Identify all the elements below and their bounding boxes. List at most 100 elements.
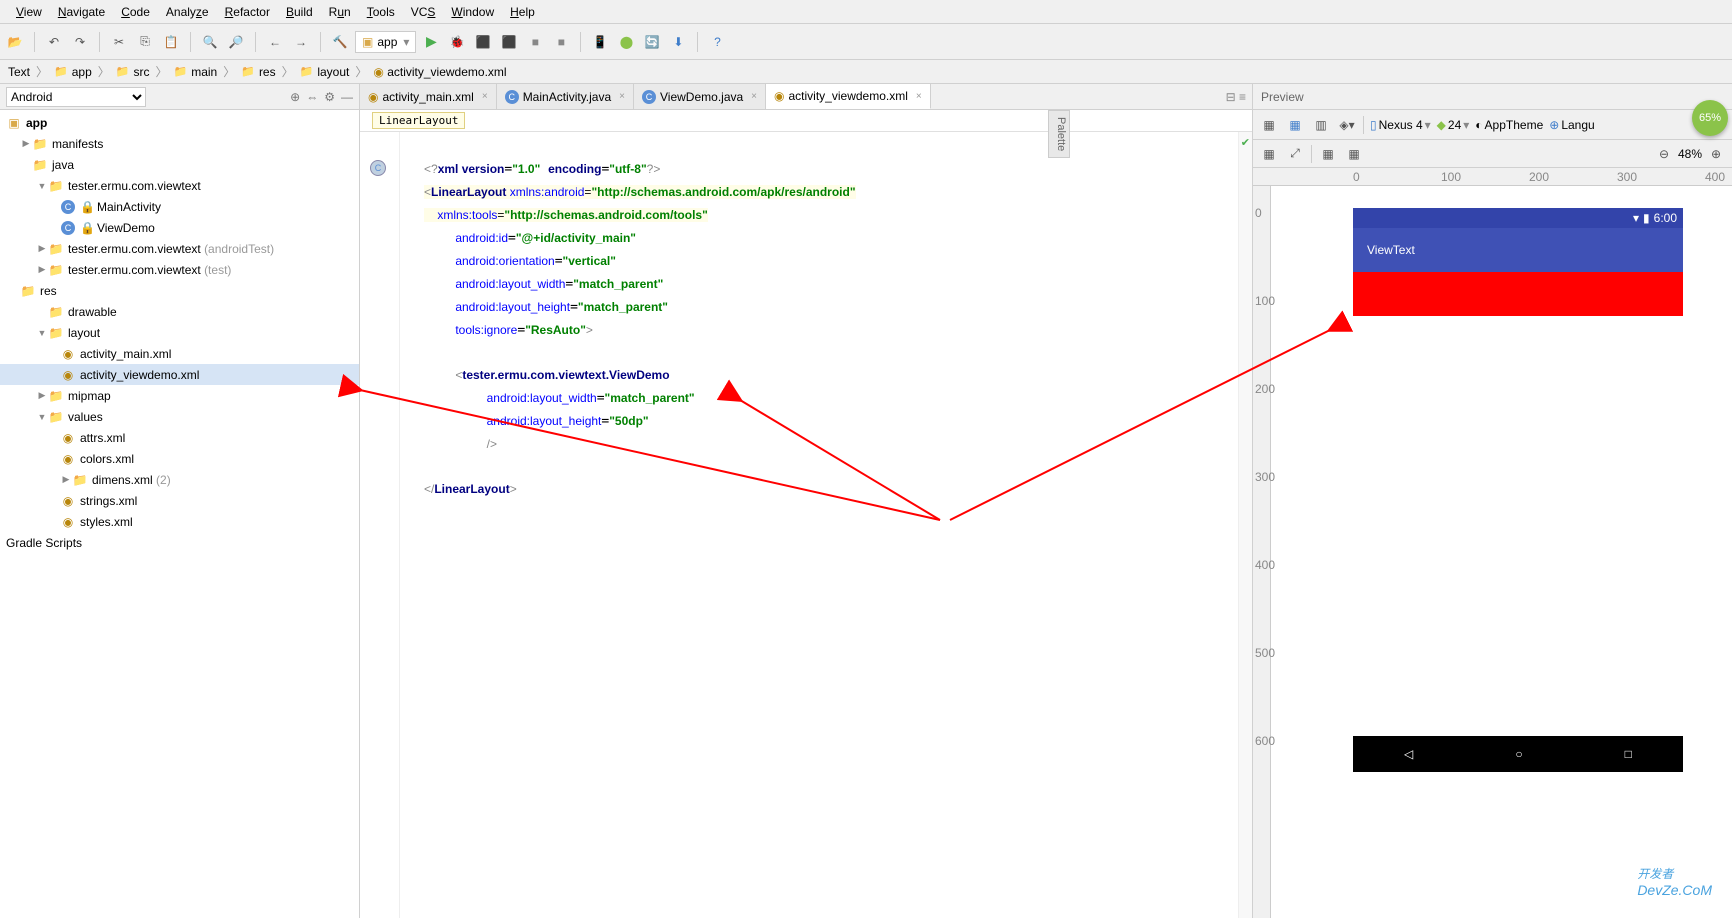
back-icon[interactable]: ← — [264, 31, 286, 53]
bc-main[interactable]: 📁main — [170, 65, 222, 79]
orientation-icon[interactable]: ◈▾ — [1337, 115, 1357, 135]
menu-navigate[interactable]: Navigate — [50, 3, 113, 21]
zoom-out-icon[interactable]: ⊖ — [1654, 144, 1674, 164]
crumb-linearlayout[interactable]: LinearLayout — [372, 112, 465, 129]
redo-icon[interactable]: ↷ — [69, 31, 91, 53]
grid-icon[interactable]: ▦ — [1259, 144, 1279, 164]
sync-icon[interactable]: 🔄 — [641, 31, 663, 53]
menu-code[interactable]: Code — [113, 3, 158, 21]
tab-activity-viewdemo[interactable]: ◉activity_viewdemo.xml× — [766, 84, 931, 109]
open-icon[interactable]: 📂 — [4, 31, 26, 53]
bc-app[interactable]: 📁app — [50, 65, 96, 79]
run-config-dropdown[interactable]: ▣app▾ — [355, 31, 416, 53]
menu-analyze[interactable]: Analyze — [158, 3, 217, 21]
close-icon[interactable]: × — [916, 91, 922, 102]
bc-layout[interactable]: 📁layout — [296, 65, 354, 79]
project-header: Android ⊕ ⇔ ⚙ — — [0, 84, 359, 110]
menu-build[interactable]: Build — [278, 3, 321, 21]
menu-help[interactable]: Help — [502, 3, 543, 21]
menu-view[interactable]: View — [8, 3, 50, 21]
avd-icon[interactable]: 📱 — [589, 31, 611, 53]
tree-attrs[interactable]: ◉attrs.xml — [0, 427, 359, 448]
cut-icon[interactable]: ✂ — [108, 31, 130, 53]
bc-res[interactable]: 📁res — [237, 65, 279, 79]
pan2-icon[interactable]: ▦ — [1344, 144, 1364, 164]
sync-badge[interactable]: 65% — [1692, 100, 1728, 136]
bc-file[interactable]: ◉ activity_viewdemo.xml — [369, 65, 510, 79]
menu-tools[interactable]: Tools — [359, 3, 403, 21]
tree-java[interactable]: 📁java — [0, 154, 359, 175]
stop-icon[interactable]: ■ — [524, 31, 546, 53]
tab-viewdemo[interactable]: CViewDemo.java× — [634, 84, 766, 109]
tree-values[interactable]: ▼📁values — [0, 406, 359, 427]
menu-vcs[interactable]: VCS — [403, 3, 444, 21]
menu-window[interactable]: Window — [443, 3, 502, 21]
tree-viewdemo[interactable]: C🔒ViewDemo — [0, 217, 359, 238]
tree-activity-viewdemo[interactable]: ◉activity_viewdemo.xml — [0, 364, 359, 385]
tree-dimens[interactable]: ▶📁dimens.xml (2) — [0, 469, 359, 490]
project-view-dropdown[interactable]: Android — [6, 87, 146, 107]
expand-icon[interactable]: ⤢ — [1285, 144, 1305, 164]
stop2-icon[interactable]: ■ — [550, 31, 572, 53]
menu-refactor[interactable]: Refactor — [217, 3, 278, 21]
zoom-in-icon[interactable]: ⊕ — [1706, 144, 1726, 164]
paste-icon[interactable]: 📋 — [160, 31, 182, 53]
device-nav-bar: ◁ ○ □ — [1353, 736, 1683, 772]
debug-icon[interactable]: 🐞 — [446, 31, 468, 53]
bc-text[interactable]: Text — [4, 65, 34, 79]
theme-selector[interactable]: ◐AppTheme — [1475, 118, 1543, 132]
api-selector[interactable]: ◆24▾ — [1437, 118, 1470, 132]
tree-mipmap[interactable]: ▶📁mipmap — [0, 385, 359, 406]
copy-icon[interactable]: ⎘ — [134, 31, 156, 53]
code-editor[interactable]: <?xml version="1.0" encoding="utf-8"?> <… — [400, 132, 1238, 918]
bc-src[interactable]: 📁src — [112, 65, 154, 79]
find-icon[interactable]: 🔍 — [199, 31, 221, 53]
tree-res[interactable]: 📁res — [0, 280, 359, 301]
pan-icon[interactable]: ▦ — [1318, 144, 1338, 164]
tree-strings[interactable]: ◉strings.xml — [0, 490, 359, 511]
tree-pkg3[interactable]: ▶📁tester.ermu.com.viewtext (test) — [0, 259, 359, 280]
home-nav-icon: ○ — [1515, 747, 1522, 761]
profile-icon[interactable]: ⬛ — [472, 31, 494, 53]
blueprint-icon[interactable]: ▦ — [1285, 115, 1305, 135]
tree-drawable[interactable]: 📁drawable — [0, 301, 359, 322]
tree-activity-main[interactable]: ◉activity_main.xml — [0, 343, 359, 364]
tree-gradle[interactable]: Gradle Scripts — [0, 532, 359, 553]
download-icon[interactable]: ⬇ — [667, 31, 689, 53]
both-icon[interactable]: ▥ — [1311, 115, 1331, 135]
gear-icon[interactable]: ⚙ — [324, 90, 335, 104]
collapse-icon[interactable]: ⇔ — [306, 90, 318, 104]
tree-colors[interactable]: ◉colors.xml — [0, 448, 359, 469]
palette-tab[interactable]: Palette — [1048, 110, 1070, 158]
tree-layout[interactable]: ▼📁layout — [0, 322, 359, 343]
editor-view-switcher[interactable]: ⊟ ≡ — [1220, 84, 1252, 109]
tree-app[interactable]: ▣app — [0, 112, 359, 133]
tab-mainactivity[interactable]: CMainActivity.java× — [497, 84, 634, 109]
run-icon[interactable]: ▶ — [420, 31, 442, 53]
target-icon[interactable]: ⊕ — [290, 90, 300, 104]
device-selector[interactable]: ▯Nexus 4▾ — [1370, 118, 1431, 132]
hide-icon[interactable]: — — [341, 90, 353, 104]
sdk-icon[interactable]: ⬤ — [615, 31, 637, 53]
menu-run[interactable]: Run — [321, 3, 359, 21]
tab-activity-main[interactable]: ◉activity_main.xml× — [360, 84, 497, 109]
close-icon[interactable]: × — [619, 91, 625, 102]
attach-icon[interactable]: ⬛ — [498, 31, 520, 53]
tree-pkg1[interactable]: ▼📁tester.ermu.com.viewtext — [0, 175, 359, 196]
help-icon[interactable]: ? — [706, 31, 728, 53]
preview-canvas[interactable]: 0 100 200 300 400 0 100 200 300 400 500 … — [1253, 168, 1732, 918]
undo-icon[interactable]: ↶ — [43, 31, 65, 53]
build-icon[interactable]: 🔨 — [329, 31, 351, 53]
tree-styles[interactable]: ◉styles.xml — [0, 511, 359, 532]
lang-selector[interactable]: ⊕Langu — [1549, 118, 1594, 132]
replace-icon[interactable]: 🔎 — [225, 31, 247, 53]
forward-icon[interactable]: → — [290, 31, 312, 53]
tree-mainactivity[interactable]: C🔒MainActivity — [0, 196, 359, 217]
tree-pkg2[interactable]: ▶📁tester.ermu.com.viewtext (androidTest) — [0, 238, 359, 259]
device-frame[interactable]: ▾ ▮ 6:00 ViewText ◁ ○ □ — [1353, 208, 1683, 772]
close-icon[interactable]: × — [751, 91, 757, 102]
tree-manifests[interactable]: ▶📁manifests — [0, 133, 359, 154]
close-icon[interactable]: × — [482, 91, 488, 102]
design-icon[interactable]: ▦ — [1259, 115, 1279, 135]
class-gutter-icon[interactable]: C — [370, 160, 386, 176]
